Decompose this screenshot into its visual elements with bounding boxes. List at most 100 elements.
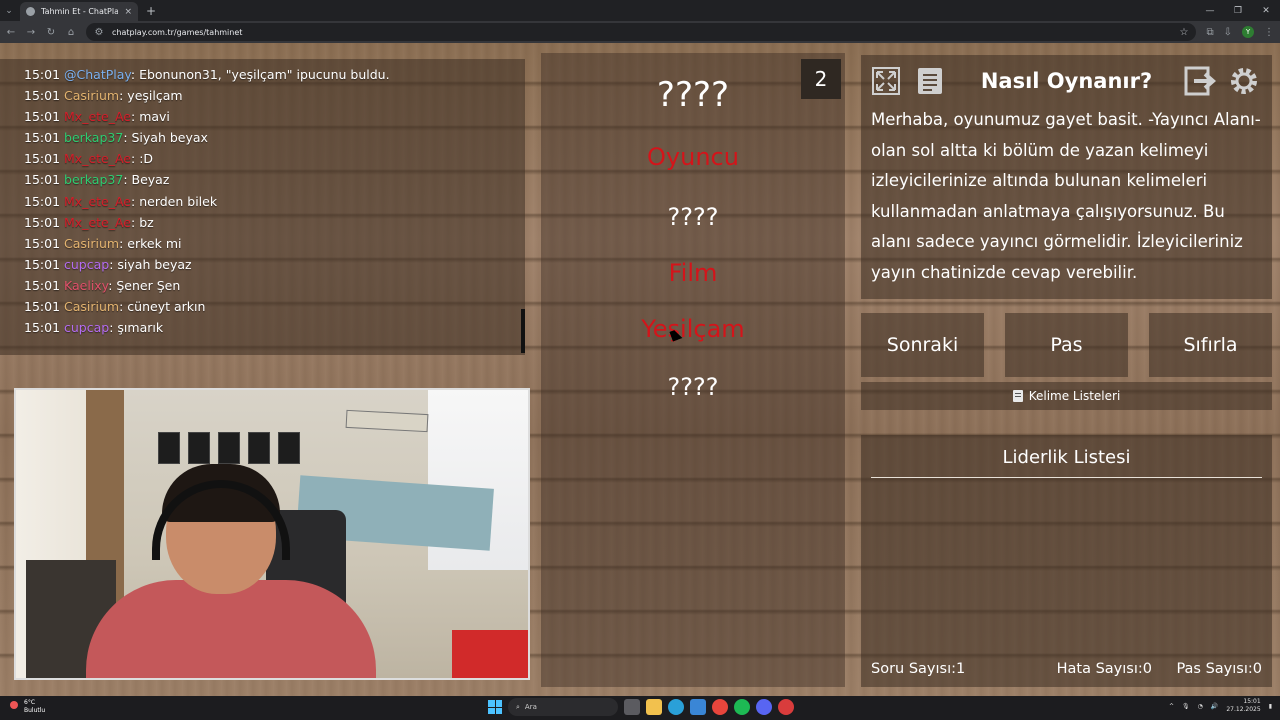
webcam-poster [188, 432, 210, 464]
site-info-icon[interactable]: ⚙ [94, 27, 104, 38]
pass-count-stat: Pas Sayısı:0 [1176, 661, 1262, 677]
exit-icon[interactable] [1183, 64, 1217, 98]
chat-scrollbar[interactable] [521, 309, 525, 353]
question-count-stat: Soru Sayısı:1 [871, 661, 965, 677]
url-field[interactable]: ⚙ chatplay.com.tr/games/tahminet ☆ [86, 23, 1197, 41]
streamer-hoodie [86, 580, 376, 678]
obs-icon[interactable] [778, 699, 794, 715]
chat-time: 15:01 [24, 235, 61, 251]
chat-username[interactable]: @ChatPlay [64, 67, 131, 82]
clock[interactable]: 15:01 27.12.2025 [1226, 698, 1260, 714]
chat-message: 15:01 Kaelixy: Şener Şen [24, 275, 525, 296]
chat-username[interactable]: berkap37 [64, 172, 123, 187]
search-icon: ⌕ [516, 702, 520, 711]
chat-time: 15:01 [24, 193, 61, 209]
chat-username[interactable]: Mx_ete_Ae [64, 109, 131, 124]
chat-username[interactable]: Kaelixy [64, 278, 108, 293]
discord-icon[interactable] [756, 699, 772, 715]
error-count-value: 0 [1142, 661, 1152, 677]
webcam-feed [14, 388, 530, 680]
store-icon[interactable] [690, 699, 706, 715]
chat-message: 15:01 cupcap: şımarık [24, 317, 525, 338]
word-panel: 2 ???? Oyuncu???? Film Yeşilçam???? [541, 53, 845, 687]
chat-username[interactable]: berkap37 [64, 130, 123, 145]
chat-username[interactable]: Mx_ete_Ae [64, 215, 131, 230]
chat-username[interactable]: Casirium [64, 88, 119, 103]
chat-time: 15:01 [24, 320, 61, 336]
chat-text: : şımarık [109, 320, 164, 336]
pass-count-label: Pas Sayısı: [1176, 661, 1253, 677]
chat-text: : Şener Şen [108, 277, 181, 293]
chat-message: 15:01 berkap37: Siyah beyax [24, 127, 525, 148]
chat-time: 15:01 [24, 109, 61, 125]
tab-search-button[interactable]: ⌄ [0, 0, 18, 21]
spotify-icon[interactable] [734, 699, 750, 715]
profile-avatar[interactable]: Y [1242, 26, 1254, 38]
leaderboard-panel: Liderlik Listesi Soru Sayısı:1 Hata Sayı… [861, 435, 1272, 687]
chat-message: 15:01 Mx_ete_Ae: mavi [24, 106, 525, 127]
chat-message: 15:01 Mx_ete_Ae: :D [24, 148, 525, 169]
question-count-label: Soru Sayısı: [871, 661, 957, 677]
chat-message: 15:01 Mx_ete_Ae: bz [24, 212, 525, 233]
chat-text: : nerden bilek [131, 193, 218, 209]
weather-widget[interactable]: 6°C Bulutlu [10, 699, 45, 715]
file-explorer-icon[interactable] [646, 699, 662, 715]
chat-username[interactable]: cupcap [64, 257, 109, 272]
game-page: 15:01 @ChatPlay: Ebonunon31, "yeşilçam" … [0, 43, 1280, 696]
volume-icon[interactable]: 🔊 [1211, 703, 1218, 710]
question-count-value: 1 [956, 661, 966, 677]
back-icon[interactable]: ← [6, 27, 16, 38]
task-view-icon[interactable] [624, 699, 640, 715]
bookmark-star-icon[interactable]: ☆ [1180, 27, 1189, 38]
chat-message: 15:01 Casirium: erkek mi [24, 233, 525, 254]
taskbar-search-placeholder: Ara [524, 703, 537, 711]
chat-username[interactable]: Casirium [64, 299, 119, 314]
webcam-poster [248, 432, 270, 464]
word-lists-button[interactable]: Kelime Listeleri [861, 382, 1272, 410]
hidden-word: ???? [656, 75, 730, 115]
close-window-icon[interactable]: ✕ [1252, 0, 1280, 21]
forward-icon[interactable]: → [26, 27, 36, 38]
extensions-icon[interactable]: ⧉ [1206, 27, 1213, 38]
downloads-icon[interactable]: ⇩ [1224, 27, 1232, 38]
tab-close-icon[interactable]: × [124, 7, 132, 17]
chat-username[interactable]: Casirium [64, 236, 119, 251]
taskbar-search[interactable]: ⌕ Ara [508, 698, 618, 716]
notification-icon[interactable]: ▮ [1269, 703, 1272, 710]
pass-count-value: 0 [1252, 661, 1262, 677]
reload-icon[interactable]: ↻ [46, 27, 56, 38]
webcam-poster [278, 432, 300, 464]
revealed-word: Oyuncu [647, 143, 739, 171]
browser-tab[interactable]: Tahmin Et - ChatPlay × [20, 2, 138, 21]
chat-time: 15:01 [24, 256, 61, 272]
revealed-word: Film [668, 259, 718, 287]
chat-username[interactable]: Mx_ete_Ae [64, 151, 131, 166]
chat-username[interactable]: Mx_ete_Ae [64, 194, 131, 209]
maximize-icon[interactable]: ❐ [1224, 0, 1252, 21]
menu-icon[interactable]: ⋮ [1264, 27, 1274, 38]
url-text: chatplay.com.tr/games/tahminet [112, 27, 243, 37]
wifi-icon[interactable]: ◔ [1198, 703, 1203, 710]
chat-message: 15:01 cupcap: siyah beyaz [24, 254, 525, 275]
error-count-label: Hata Sayısı: [1056, 661, 1143, 677]
pass-button[interactable]: Pas [1005, 313, 1128, 377]
chat-username[interactable]: cupcap [64, 320, 109, 335]
new-tab-button[interactable]: + [146, 4, 156, 18]
tray-chevron-icon[interactable]: ^ [1169, 703, 1174, 710]
weather-icon [10, 701, 18, 709]
chat-panel: 15:01 @ChatPlay: Ebonunon31, "yeşilçam" … [0, 59, 525, 355]
system-tray: ^ 🎙 ◔ 🔊 15:01 27.12.2025 ▮ [1169, 698, 1272, 714]
minimize-icon[interactable]: — [1196, 0, 1224, 21]
next-button[interactable]: Sonraki [861, 313, 984, 377]
edge-icon[interactable] [668, 699, 684, 715]
chat-text: : erkek mi [119, 235, 182, 251]
microphone-icon[interactable]: 🎙 [1182, 703, 1190, 710]
gear-icon[interactable] [1227, 64, 1261, 98]
reset-button[interactable]: Sıfırla [1149, 313, 1272, 377]
home-icon[interactable]: ⌂ [66, 27, 76, 38]
webcam-poster [158, 432, 180, 464]
chat-message: 15:01 berkap37: Beyaz [24, 169, 525, 190]
chrome-icon[interactable] [712, 699, 728, 715]
start-icon[interactable] [488, 700, 502, 714]
chat-text: : mavi [131, 109, 170, 125]
